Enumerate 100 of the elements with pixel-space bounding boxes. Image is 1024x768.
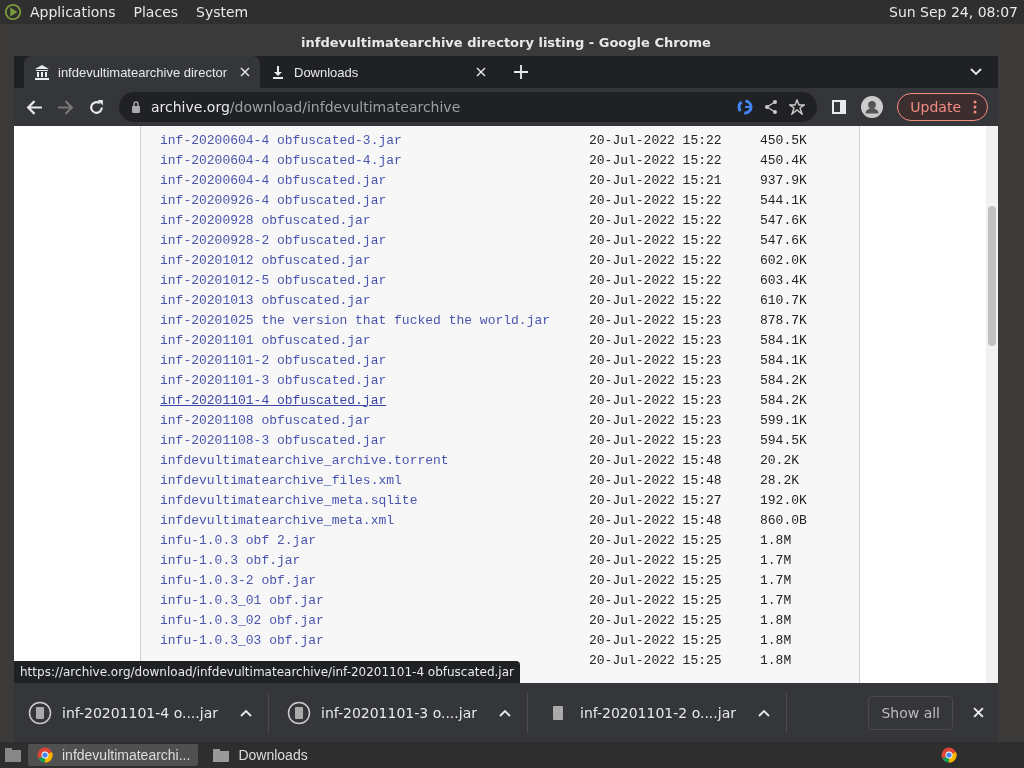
file-date: 20-Jul-2022 15:23 [589, 312, 723, 328]
file-size: 584.1K [760, 352, 807, 368]
file-link[interactable]: infu-1.0.3-2 obf.jar [160, 572, 317, 588]
file-link[interactable]: inf-20201012 obfuscated.jar [160, 252, 371, 268]
file-date: 20-Jul-2022 15:22 [589, 212, 723, 228]
file-size: 603.4K [760, 272, 807, 288]
file-link[interactable]: infu-1.0.3 obf 2.jar [160, 532, 317, 548]
file-link[interactable]: infu-1.0.3_03 obf.jar [160, 632, 324, 648]
file-size: 610.7K [760, 292, 807, 308]
caret-up-icon[interactable] [758, 708, 770, 717]
back-icon[interactable] [26, 98, 43, 116]
scrollbar-thumb[interactable] [988, 206, 996, 346]
file-date: 20-Jul-2022 15:23 [589, 392, 723, 408]
browser-tab[interactable]: Downloads [260, 56, 496, 88]
side-panel-icon[interactable] [831, 99, 848, 115]
show-all-button[interactable]: Show all [868, 695, 953, 730]
file-size: 937.9K [760, 172, 807, 188]
file-link[interactable]: inf-20201101 obfuscated.jar [160, 332, 371, 348]
file-date: 20-Jul-2022 15:22 [589, 232, 723, 248]
file-link[interactable]: inf-20200928 obfuscated.jar [160, 212, 371, 228]
file-link[interactable]: inf-20200604-4 obfuscated-4.jar [160, 152, 402, 168]
file-link[interactable]: inf-20201108 obfuscated.jar [160, 412, 371, 428]
file-link[interactable]: inf-20201025 the version that fucked the world.jar [160, 312, 551, 328]
file-link[interactable]: infdevultimatearchive_archive.torrent [160, 452, 449, 468]
file-date: 20-Jul-2022 15:22 [589, 132, 723, 148]
file-date: 20-Jul-2022 15:48 [589, 512, 723, 528]
file-link[interactable]: inf-20200928-2 obfuscated.jar [160, 232, 387, 248]
file-date: 20-Jul-2022 15:23 [589, 352, 723, 368]
file-link[interactable]: inf-20201101-3 obfuscated.jar [160, 372, 387, 388]
file-link[interactable]: inf-20200604-4 obfuscated-3.jar [160, 132, 402, 148]
file-link[interactable]: infdevultimatearchive_meta.xml [160, 512, 395, 528]
file-link[interactable]: inf-20200926-4 obfuscated.jar [160, 192, 387, 208]
reload-icon[interactable] [88, 98, 105, 116]
file-date: 20-Jul-2022 15:27 [589, 492, 723, 508]
chrome-icon [36, 747, 54, 763]
download-item[interactable]: inf-20201101-4 o....jar [28, 692, 269, 733]
star-icon[interactable] [789, 99, 806, 115]
file-date: 20-Jul-2022 15:25 [589, 612, 723, 628]
chevron-down-icon[interactable] [970, 68, 982, 76]
file-link[interactable]: infu-1.0.3_01 obf.jar [160, 592, 324, 608]
file-link[interactable]: inf-20201101-4 obfuscated.jar [160, 392, 387, 408]
chrome-icon[interactable] [940, 747, 958, 763]
file-date: 20-Jul-2022 15:25 [589, 632, 723, 648]
file-link[interactable]: inf-20201013 obfuscated.jar [160, 292, 371, 308]
caret-up-icon[interactable] [499, 708, 511, 717]
share-icon[interactable] [763, 99, 780, 115]
file-size: 450.4K [760, 152, 807, 168]
close-icon[interactable] [973, 707, 984, 718]
download-item[interactable]: inf-20201101-2 o....jar [546, 692, 787, 733]
file-size: 1.7M [760, 592, 792, 608]
file-size: 28.2K [760, 472, 799, 488]
file-date: 20-Jul-2022 15:48 [589, 472, 723, 488]
logo-icon[interactable] [4, 3, 22, 21]
menu-icon[interactable] [973, 100, 977, 114]
forward-icon[interactable] [57, 98, 74, 116]
file-date: 20-Jul-2022 15:23 [589, 332, 723, 348]
profile-icon[interactable] [861, 96, 884, 118]
file-link[interactable]: infu-1.0.3 obf.jar [160, 552, 301, 568]
file-date: 20-Jul-2022 15:23 [589, 412, 723, 428]
file-size: 20.2K [760, 452, 799, 468]
download-icon [270, 64, 286, 80]
file-date: 20-Jul-2022 15:22 [589, 252, 723, 268]
file-date: 20-Jul-2022 15:23 [589, 372, 723, 388]
close-icon[interactable] [476, 67, 486, 77]
scrollbar[interactable] [986, 126, 998, 683]
file-size: 1.7M [760, 572, 792, 588]
address-bar[interactable]: archive.org/download/infdevultimatearchive [119, 92, 818, 122]
file-size: 547.6K [760, 232, 807, 248]
panel-menu[interactable]: Places [133, 4, 179, 20]
file-link[interactable]: inf-20200604-4 obfuscated.jar [160, 172, 387, 188]
file-link[interactable]: inf-20201012-5 obfuscated.jar [160, 272, 387, 288]
new-tab-icon[interactable] [514, 65, 528, 79]
building-icon [34, 64, 50, 80]
file-date: 20-Jul-2022 15:22 [589, 192, 723, 208]
file-size: 1.8M [760, 632, 792, 648]
file-link[interactable]: infu-1.0.3_02 obf.jar [160, 612, 324, 628]
taskbar-item[interactable]: infdevultimatearchi... [28, 744, 199, 766]
caret-up-icon[interactable] [240, 708, 252, 717]
file-link[interactable]: inf-20201101-2 obfuscated.jar [160, 352, 387, 368]
close-icon[interactable] [240, 67, 250, 77]
browser-tab[interactable]: infdevultimatearchive director [24, 56, 260, 88]
file-size: 602.0K [760, 252, 807, 268]
file-size: 594.5K [760, 432, 807, 448]
file-date: 20-Jul-2022 15:22 [589, 292, 723, 308]
file-icon [287, 700, 311, 725]
file-size: 450.5K [760, 132, 807, 148]
file-link[interactable]: infdevultimatearchive_files.xml [160, 472, 402, 488]
file-date: 20-Jul-2022 15:25 [589, 532, 723, 548]
file-date: 20-Jul-2022 15:22 [589, 272, 723, 288]
update-button[interactable]: Update [897, 93, 988, 121]
download-item[interactable]: inf-20201101-3 o....jar [287, 692, 528, 733]
status-url: https://archive.org/download/infdevultimatearchive/inf-20201101-4 obfuscated.jar [14, 661, 520, 683]
panel-menu[interactable]: System [196, 4, 249, 20]
taskbar-item[interactable]: Downloads [204, 744, 316, 766]
file-size: 1.8M [760, 532, 792, 548]
file-link[interactable]: infdevultimatearchive_meta.sqlite [160, 492, 418, 508]
file-size: 599.1K [760, 412, 807, 428]
clock[interactable]: Sun Sep 24, 08:07 [889, 4, 1018, 20]
panel-menu[interactable]: Applications [30, 4, 116, 20]
file-link[interactable]: inf-20201108-3 obfuscated.jar [160, 432, 387, 448]
